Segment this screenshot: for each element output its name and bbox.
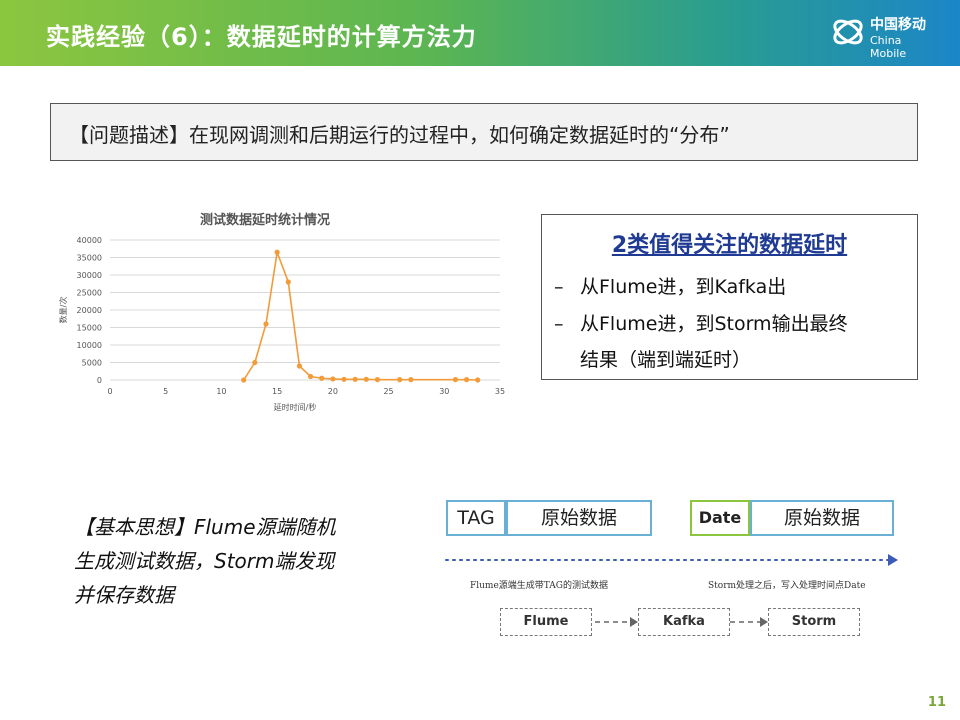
x-tick-label: 25 [383, 387, 393, 396]
data-point [263, 321, 269, 327]
chart-title: 测试数据延时统计情况 [200, 212, 330, 228]
caption-left: Flume源端生成带TAG的测试数据 [470, 581, 608, 591]
y-tick-label: 0 [97, 376, 102, 385]
x-tick-label: 30 [439, 387, 449, 396]
y-tick-label: 40000 [77, 236, 102, 245]
y-tick-label: 20000 [77, 306, 102, 315]
logo-text-en: China Mobile [870, 34, 907, 60]
data-point [307, 373, 314, 380]
bullet-dash: – [554, 276, 564, 298]
problem-box: 【问题描述】在现网调测和后期运行的过程中，如何确定数据延时的“分布” [50, 103, 918, 161]
y-axis-label: 数量/次 [58, 297, 68, 324]
page-number: 11 [927, 695, 946, 710]
flume-node: Flume [500, 608, 592, 636]
bullet-dash: – [554, 313, 564, 335]
flow-diagram: TAG 原始数据 Date 原始数据 Flume源端生成带TAG的测试数据 St… [440, 490, 900, 650]
basic-idea-line-1: 【基本思想】Flume源端随机 [74, 515, 336, 539]
data-point [363, 376, 369, 382]
x-axis-label: 延时时间/秒 [274, 402, 317, 412]
timeline-arrow-head [888, 554, 898, 566]
data-point [241, 377, 247, 383]
arrow-head-kafka-storm [760, 617, 768, 627]
delay-item-1-text: 从Flume进，到Kafka出 [580, 276, 787, 298]
storm-node: Storm [768, 608, 860, 636]
delay-types-box: 2类值得关注的数据延时 – 从Flume进，到Kafka出 – 从Flume进，到S… [541, 214, 918, 380]
kafka-node: Kafka [638, 608, 730, 636]
data-point [463, 377, 470, 383]
china-mobile-logo: 中国移动 China Mobile [830, 12, 940, 60]
arrow-head-flume-kafka [630, 617, 638, 627]
y-tick-label: 15000 [77, 324, 102, 333]
data-point [397, 377, 403, 383]
data-point [319, 375, 325, 381]
x-tick-label: 35 [495, 387, 505, 396]
data-point [285, 279, 291, 285]
x-tick-label: 0 [107, 387, 112, 396]
data-point [475, 377, 481, 383]
delay-item-2-text-line1: 从Flume进，到Storm输出最终 [580, 313, 848, 335]
data-point [452, 377, 459, 383]
y-tick-label: 10000 [77, 341, 102, 350]
data-point [296, 363, 303, 369]
x-tick-label: 20 [328, 387, 338, 396]
data-point [252, 359, 258, 366]
delay-item-1: – 从Flume进，到Kafka出 [554, 272, 786, 299]
y-tick-label: 35000 [77, 254, 102, 263]
problem-text: 【问题描述】在现网调测和后期运行的过程中，如何确定数据延时的“分布” [69, 123, 730, 147]
delay-types-title: 2类值得关注的数据延时 [611, 233, 848, 258]
data-point [352, 376, 358, 382]
data-point [330, 376, 336, 382]
basic-idea: 【基本思想】Flume源端随机 生成测试数据，Storm端发现 并保存数据 [74, 510, 394, 612]
y-tick-label: 25000 [77, 289, 102, 298]
logo-text-cn: 中国移动 [870, 17, 926, 33]
x-tick-label: 5 [163, 387, 168, 396]
data-point [274, 249, 280, 255]
data-point [341, 376, 347, 382]
series-line [243, 249, 478, 381]
china-mobile-logo-icon [833, 19, 863, 45]
delay-chart-svg: 测试数据延时统计情况 0 5000 10000 15000 20000 25000 30000… [58, 212, 505, 412]
page-title: 实践经验（6）：数据延时的计算方法力 [46, 23, 477, 51]
delay-item-2: – 从Flume进，到Storm输出最终 [554, 309, 848, 336]
basic-idea-line-2: 生成测试数据，Storm端发现 [74, 549, 335, 573]
header-bar: 实践经验（6）：数据延时的计算方法力 中国移动 China Mobile [0, 0, 960, 66]
caption-right: Storm处理之后，写入处理时间点Date [708, 581, 866, 591]
y-tick-label: 5000 [82, 359, 102, 368]
x-tick-label: 15 [272, 387, 282, 396]
delay-item-2-text-line2: 结果（端到端延时） [580, 349, 752, 371]
basic-idea-line-3: 并保存数据 [74, 583, 174, 607]
delay-item-2-cont: 结果（端到端延时） [580, 345, 751, 372]
x-tick-label: 10 [216, 387, 226, 396]
data-point [374, 377, 381, 383]
delay-chart: 测试数据延时统计情况 0 5000 10000 15000 20000 25000 30000… [50, 198, 516, 426]
data-point [408, 377, 414, 383]
y-tick-label: 30000 [77, 271, 102, 280]
